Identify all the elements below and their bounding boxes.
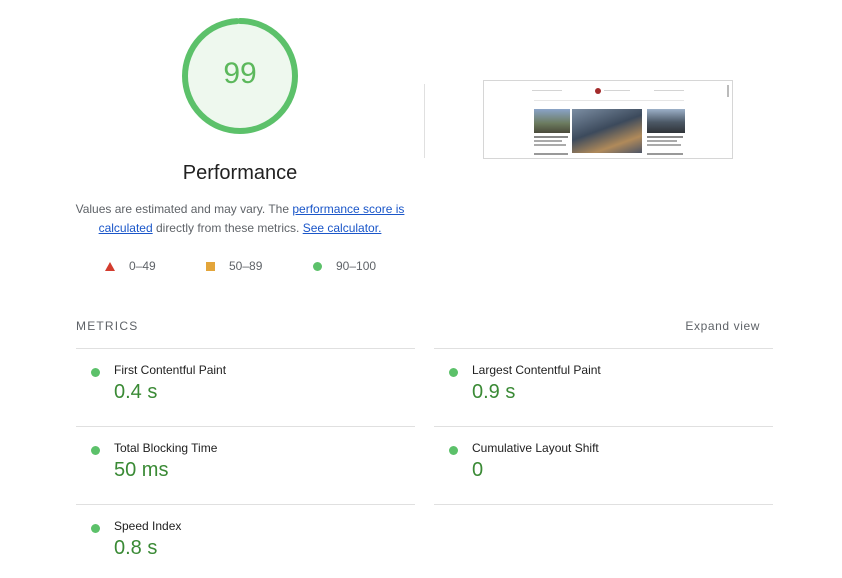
description-text-middle: directly from these metrics. <box>152 221 303 235</box>
divider <box>76 504 415 505</box>
screenshot-image <box>534 109 570 133</box>
divider <box>434 348 773 349</box>
metric-name: Cumulative Layout Shift <box>472 441 599 455</box>
legend-range: 0–49 <box>129 259 156 273</box>
metric-name: Largest Contentful Paint <box>472 363 601 377</box>
pass-circle-icon <box>91 446 100 455</box>
legend-item-fail: 0–49 <box>105 259 156 273</box>
divider <box>434 504 773 505</box>
see-calculator-link[interactable]: See calculator. <box>303 221 382 235</box>
pass-circle-icon <box>91 368 100 377</box>
description-text: Values are estimated and may vary. The <box>75 202 293 216</box>
screenshot-header <box>484 81 732 101</box>
divider <box>76 348 415 349</box>
metric-value: 0.8 s <box>114 537 158 559</box>
legend-range: 90–100 <box>336 259 377 273</box>
legend-item-average: 50–89 <box>206 259 262 273</box>
pass-circle-icon <box>91 524 100 533</box>
metrics-heading: METRICS <box>76 319 139 333</box>
metric-name: Total Blocking Time <box>114 441 218 455</box>
legend-range: 50–89 <box>229 259 263 273</box>
final-screenshot-thumbnail[interactable] <box>483 80 733 159</box>
pass-circle-icon <box>449 446 458 455</box>
performance-report: 99 Performance Values are estimated and … <box>0 0 842 578</box>
score-title: Performance <box>182 162 298 184</box>
divider <box>434 426 773 427</box>
divider <box>424 84 425 158</box>
divider <box>76 426 415 427</box>
circle-icon <box>313 261 322 271</box>
score-description: Values are estimated and may vary. The p… <box>60 200 420 238</box>
square-icon <box>206 261 215 271</box>
metric-value: 0 <box>472 459 484 481</box>
performance-score-gauge: 99 <box>180 16 300 136</box>
pass-circle-icon <box>449 368 458 377</box>
screenshot-image <box>572 109 642 153</box>
score-value: 99 <box>223 57 257 90</box>
triangle-icon <box>105 261 115 271</box>
metric-value: 0.4 s <box>114 381 158 403</box>
metric-name: First Contentful Paint <box>114 363 227 377</box>
metric-name: Speed Index <box>114 519 182 533</box>
metric-value: 0.9 s <box>472 381 516 403</box>
legend-item-pass: 90–100 <box>313 259 376 273</box>
screenshot-image <box>647 109 685 133</box>
expand-view-button[interactable]: Expand view <box>685 319 760 333</box>
metric-value: 50 ms <box>114 459 169 481</box>
